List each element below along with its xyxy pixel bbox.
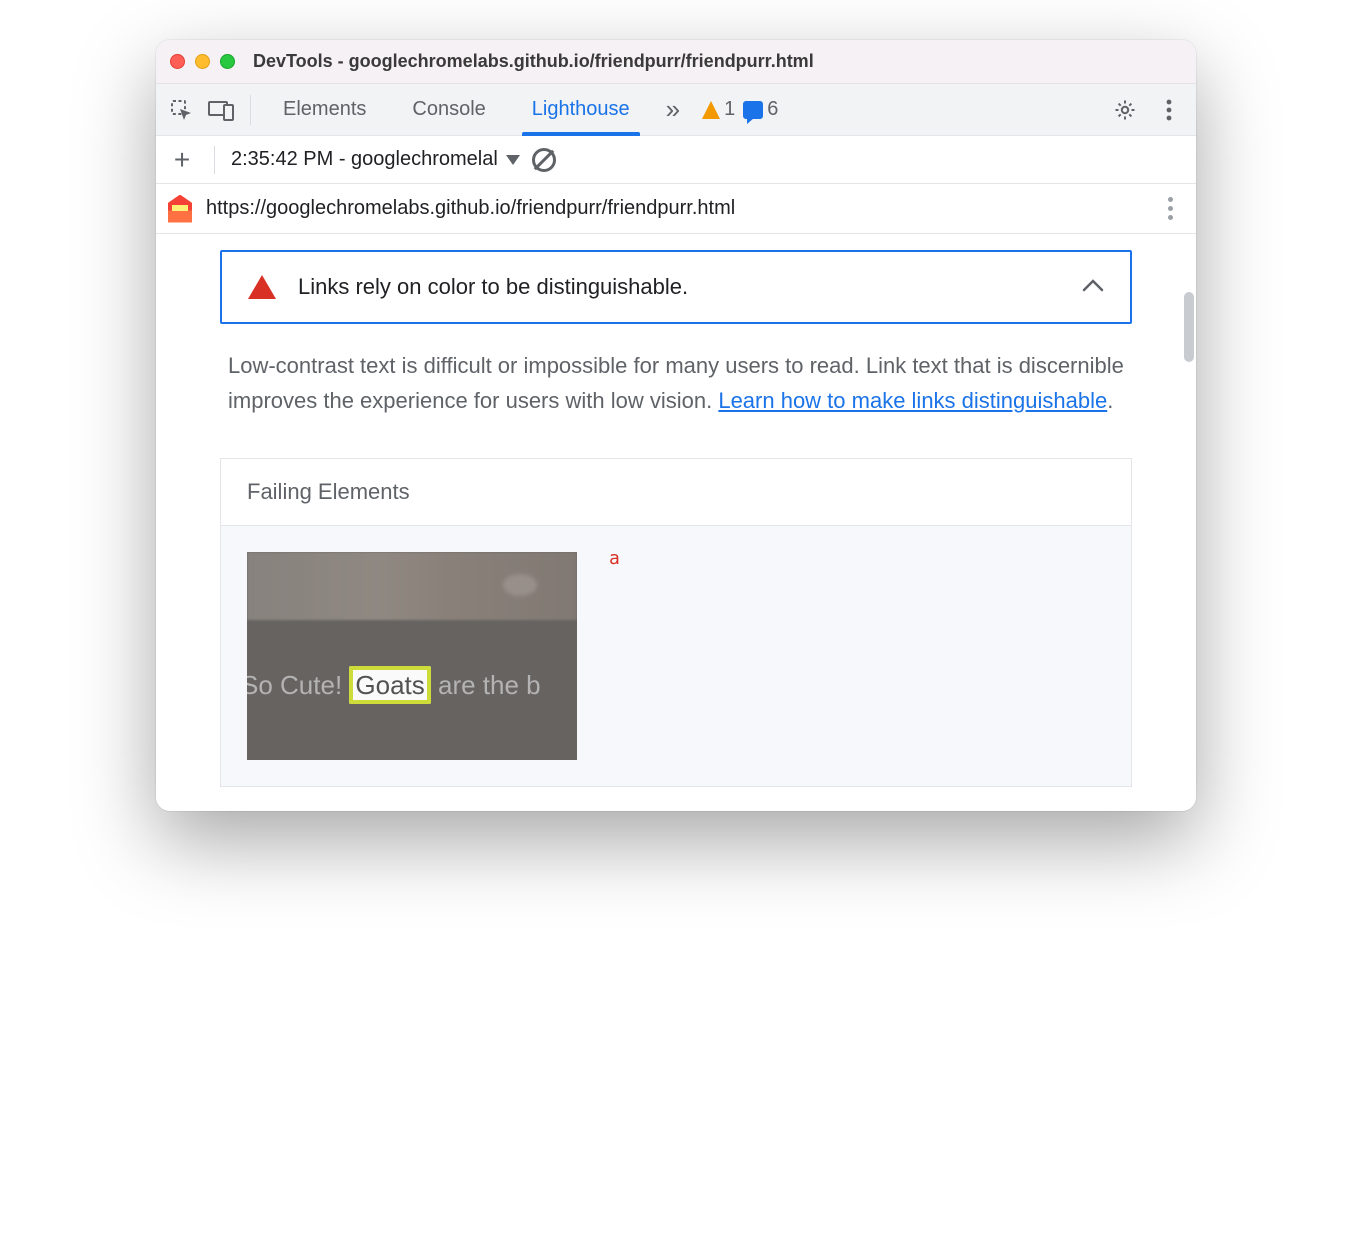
thumbnail-text: So Cute! Goats are the b — [247, 670, 577, 701]
more-options-icon[interactable] — [1152, 93, 1186, 127]
lighthouse-runbar: + 2:35:42 PM - googlechromelal — [156, 136, 1196, 184]
chevron-down-icon — [506, 155, 520, 165]
tab-console[interactable]: Console — [394, 84, 503, 136]
scrollbar-thumb[interactable] — [1184, 292, 1194, 362]
tab-elements[interactable]: Elements — [265, 84, 384, 136]
zoom-window-button[interactable] — [220, 54, 235, 69]
clear-icon[interactable] — [532, 148, 556, 172]
report-url-bar: https://googlechromelabs.github.io/frien… — [156, 184, 1196, 234]
message-icon — [743, 101, 763, 119]
audit-content: Links rely on color to be distinguishabl… — [156, 234, 1196, 811]
report-selector-label: 2:35:42 PM - googlechromelal — [231, 148, 498, 171]
lighthouse-icon — [168, 195, 192, 223]
issue-counters[interactable]: 1 6 — [702, 98, 778, 121]
warnings-counter[interactable]: 1 — [702, 98, 735, 121]
highlighted-link: Goats — [349, 666, 430, 704]
element-tag-name[interactable]: a — [609, 548, 620, 569]
report-menu-icon[interactable] — [1156, 197, 1184, 220]
window-controls — [170, 54, 235, 69]
close-window-button[interactable] — [170, 54, 185, 69]
more-tabs-button[interactable]: » — [658, 84, 688, 136]
report-selector[interactable]: 2:35:42 PM - googlechromelal — [231, 148, 520, 171]
settings-icon[interactable] — [1108, 93, 1142, 127]
window-title: DevTools - googlechromelabs.github.io/fr… — [253, 51, 814, 72]
audit-description: Low-contrast text is difficult or imposs… — [228, 348, 1124, 418]
warning-icon — [702, 101, 720, 119]
failing-elements-heading: Failing Elements — [221, 459, 1131, 526]
audit-header[interactable]: Links rely on color to be distinguishabl… — [220, 250, 1132, 324]
failing-elements-section: Failing Elements So Cute! Goats are the … — [220, 458, 1132, 787]
devtools-window: DevTools - googlechromelabs.github.io/fr… — [156, 40, 1196, 811]
learn-more-link[interactable]: Learn how to make links distinguishable — [718, 388, 1107, 413]
audit-description-post: . — [1107, 388, 1113, 413]
device-toolbar-icon[interactable] — [206, 95, 236, 125]
failing-elements-body: So Cute! Goats are the b a — [221, 526, 1131, 786]
window-titlebar: DevTools - googlechromelabs.github.io/fr… — [156, 40, 1196, 84]
minimize-window-button[interactable] — [195, 54, 210, 69]
audit-title: Links rely on color to be distinguishabl… — [298, 274, 1060, 300]
warnings-count: 1 — [724, 98, 735, 121]
messages-counter[interactable]: 6 — [743, 98, 778, 121]
chevron-up-icon[interactable] — [1082, 278, 1104, 297]
element-thumbnail[interactable]: So Cute! Goats are the b — [247, 552, 577, 760]
devtools-tabbar: Elements Console Lighthouse » 1 6 — [156, 84, 1196, 136]
error-icon — [248, 275, 276, 299]
tab-lighthouse[interactable]: Lighthouse — [514, 84, 648, 136]
inspect-element-icon[interactable] — [166, 95, 196, 125]
new-report-button[interactable]: + — [166, 144, 198, 176]
divider — [250, 95, 251, 125]
report-url: https://googlechromelabs.github.io/frien… — [206, 197, 735, 220]
messages-count: 6 — [767, 98, 778, 121]
divider — [214, 146, 215, 174]
